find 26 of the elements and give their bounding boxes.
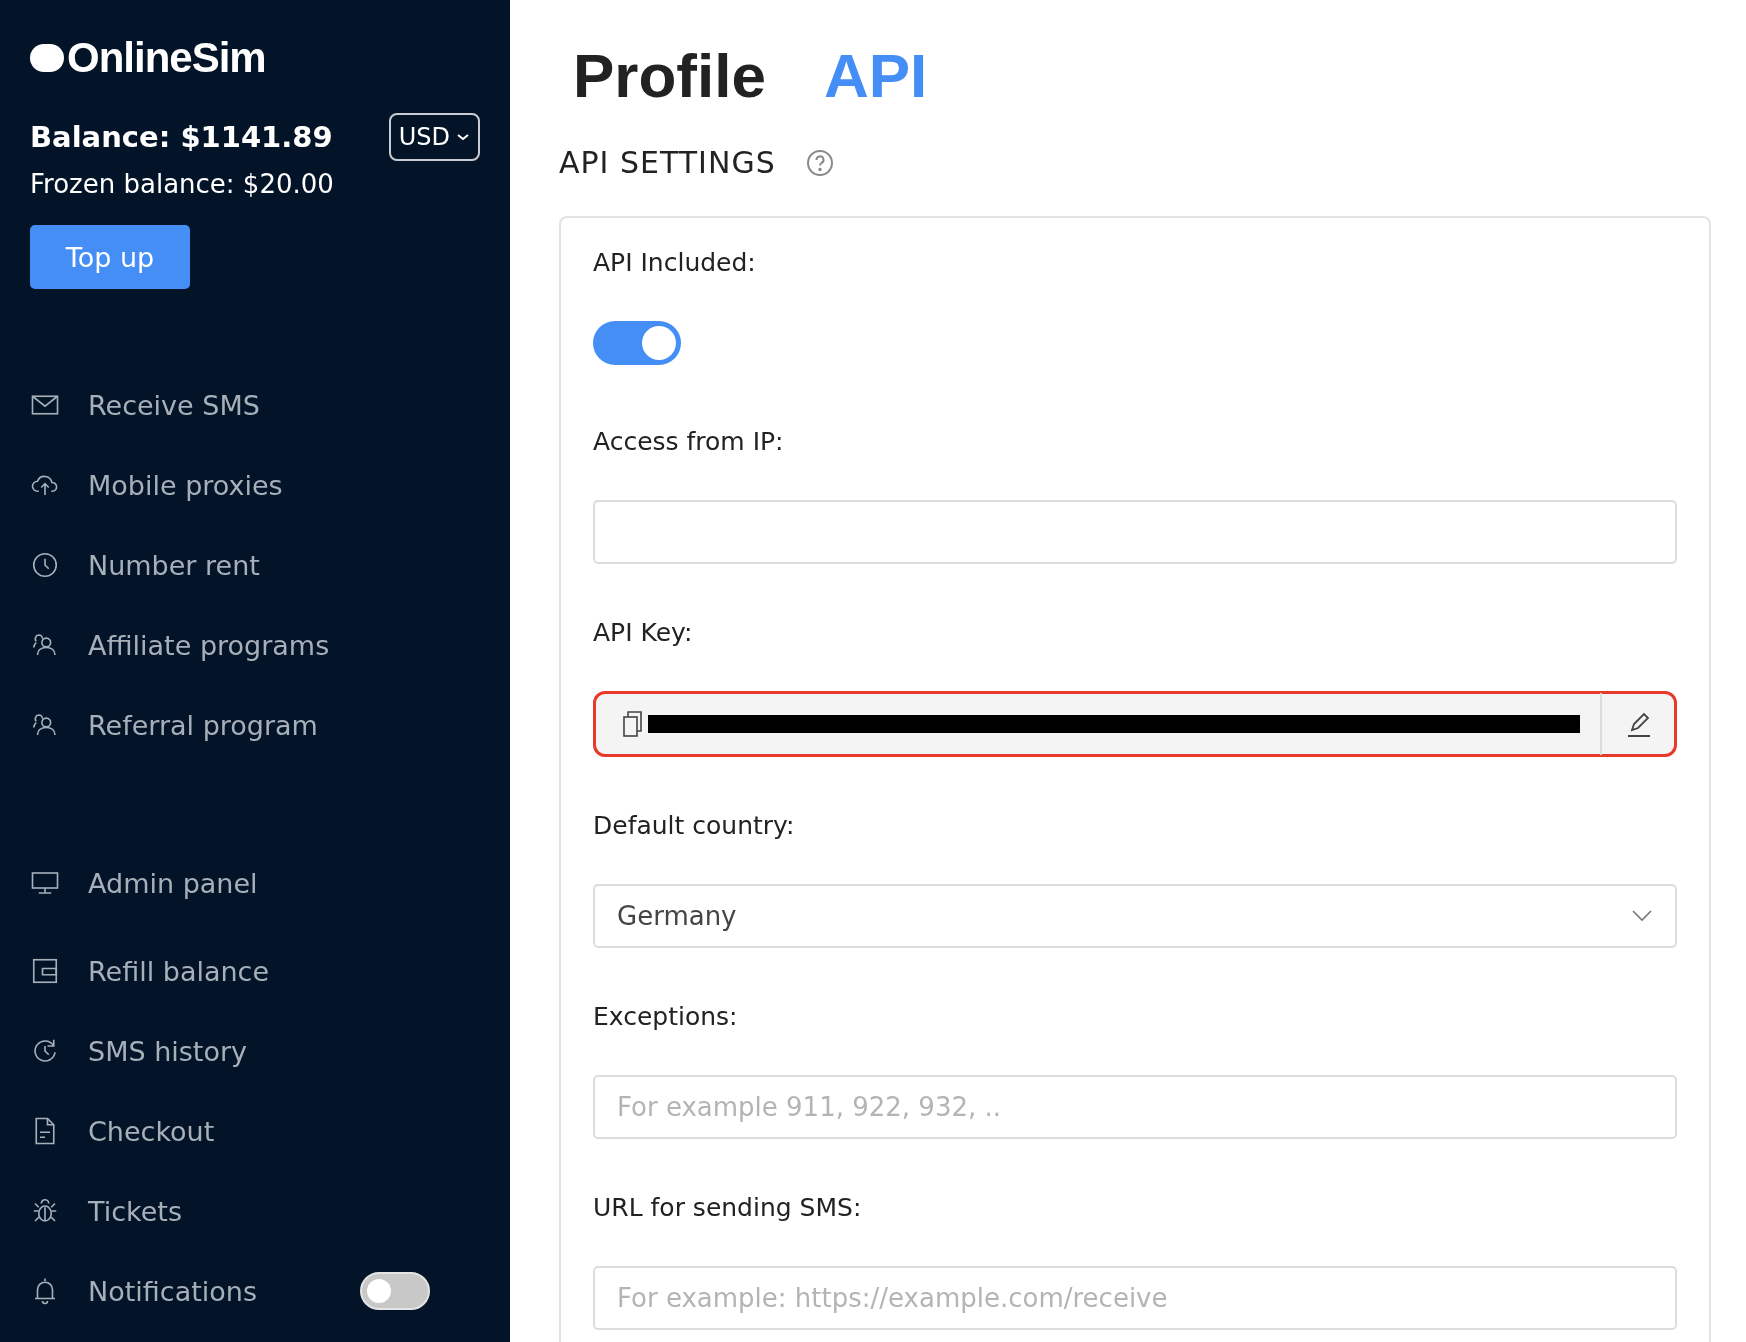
nav-link[interactable]: Refill balance [88, 955, 270, 987]
field-label: API Included: [593, 248, 757, 277]
nav-link[interactable]: Notifications [88, 1275, 257, 1307]
currency-dropdown[interactable]: USD [388, 113, 480, 161]
section-title: API SETTINGS [559, 145, 776, 180]
nav-link[interactable]: Receive SMS [88, 389, 260, 421]
nav-link[interactable]: Affiliate programs [88, 629, 330, 661]
nav-link[interactable]: Referral program [88, 709, 318, 741]
nav-link[interactable]: Admin panel [88, 867, 258, 899]
balance: Balance: $1141.89 [30, 120, 333, 154]
field-label: URL for sending SMS: [593, 1193, 863, 1222]
nav-link[interactable]: Mobile proxies [88, 469, 283, 501]
input-field[interactable]: For example: https://example.com/receive [593, 1266, 1677, 1330]
country-select[interactable]: Germany [593, 884, 1677, 948]
field-label: Default country: [593, 811, 796, 840]
nav-link[interactable]: SMS history [88, 1035, 248, 1067]
field-label: Exceptions: [593, 1002, 739, 1031]
nav-link[interactable]: Number rent [88, 549, 260, 581]
nav-link[interactable]: Checkout [88, 1115, 215, 1147]
tab[interactable]: Profile [573, 40, 766, 111]
input-field[interactable]: For example 911, 922, 932, .. [593, 1075, 1677, 1139]
frozen-balance: Frozen balance: $20.00 [30, 169, 335, 199]
logo: OnlineSim [67, 34, 266, 82]
field-label: Access from IP: [593, 427, 785, 456]
nav-link[interactable]: Tickets [88, 1195, 182, 1227]
field-label: API Key: [593, 618, 694, 647]
